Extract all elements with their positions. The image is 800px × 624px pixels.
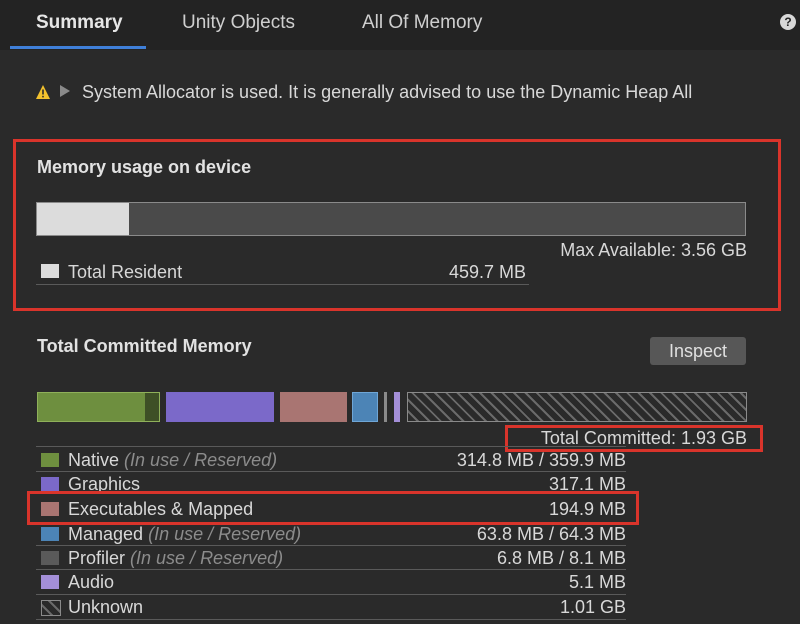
profiler-segment[interactable] xyxy=(384,392,387,422)
divider xyxy=(36,446,626,447)
managed-row: Managed (In use / Reserved) xyxy=(68,524,301,545)
device-usage-bar xyxy=(36,202,746,236)
profiler-row: Profiler (In use / Reserved) xyxy=(68,548,283,569)
audio-label: Audio xyxy=(68,572,115,592)
managed-note: (In use / Reserved) xyxy=(148,524,302,544)
audio-segment[interactable] xyxy=(394,392,400,422)
divider xyxy=(36,545,626,546)
tab-summary[interactable]: Summary xyxy=(36,12,123,34)
warning-message: System Allocator is used. It is generall… xyxy=(82,82,693,102)
max-available-label: Max Available: 3.56 GB xyxy=(560,240,747,260)
resident-fill xyxy=(37,203,130,235)
unknown-label: Unknown xyxy=(68,597,144,617)
native-note: (In use / Reserved) xyxy=(124,450,278,470)
divider xyxy=(36,569,626,570)
unknown-swatch xyxy=(41,600,61,616)
executables-label: Executables & Mapped xyxy=(68,499,254,519)
graphics-segment[interactable] xyxy=(166,392,274,422)
active-tab-indicator xyxy=(10,46,146,49)
resident-label: Total Resident xyxy=(68,262,183,282)
help-icon[interactable]: ? xyxy=(780,14,796,30)
native-label: Native xyxy=(68,450,120,470)
divider xyxy=(36,284,529,285)
tab-unity-objects[interactable]: Unity Objects xyxy=(182,12,295,34)
resident-value: 459.7 MB xyxy=(448,262,526,282)
native-row: Native (In use / Reserved) xyxy=(68,450,277,471)
inspect-button[interactable]: Inspect xyxy=(650,337,746,365)
audio-value: 5.1 MB xyxy=(568,572,626,592)
divider xyxy=(36,594,626,595)
unknown-value: 1.01 GB xyxy=(559,597,626,617)
managed-value: 63.8 MB / 64.3 MB xyxy=(476,524,626,544)
resident-swatch xyxy=(41,264,59,278)
executables-segment[interactable] xyxy=(280,392,347,422)
profiler-note: (In use / Reserved) xyxy=(130,548,284,568)
graphics-swatch xyxy=(41,477,59,491)
audio-swatch xyxy=(41,575,59,589)
profiler-label: Profiler xyxy=(68,548,126,568)
divider xyxy=(36,619,626,620)
executables-swatch xyxy=(41,502,59,516)
native-value: 314.8 MB / 359.9 MB xyxy=(456,450,626,470)
executables-value: 194.9 MB xyxy=(548,499,626,519)
managed-segment[interactable] xyxy=(352,392,378,422)
native-segment[interactable] xyxy=(37,392,160,422)
managed-swatch xyxy=(41,527,59,541)
tab-all-of-memory[interactable]: All Of Memory xyxy=(362,12,482,34)
expand-arrow-icon[interactable] xyxy=(60,85,70,97)
warning-triangle-icon xyxy=(36,85,50,99)
memory-usage-title: Memory usage on device xyxy=(37,157,252,177)
unknown-segment[interactable] xyxy=(407,392,747,422)
native-swatch xyxy=(41,453,59,467)
profiler-value: 6.8 MB / 8.1 MB xyxy=(496,548,626,568)
committed-title: Total Committed Memory xyxy=(37,336,252,356)
managed-label: Managed xyxy=(68,524,144,544)
profiler-swatch xyxy=(41,551,59,565)
divider xyxy=(36,471,626,472)
